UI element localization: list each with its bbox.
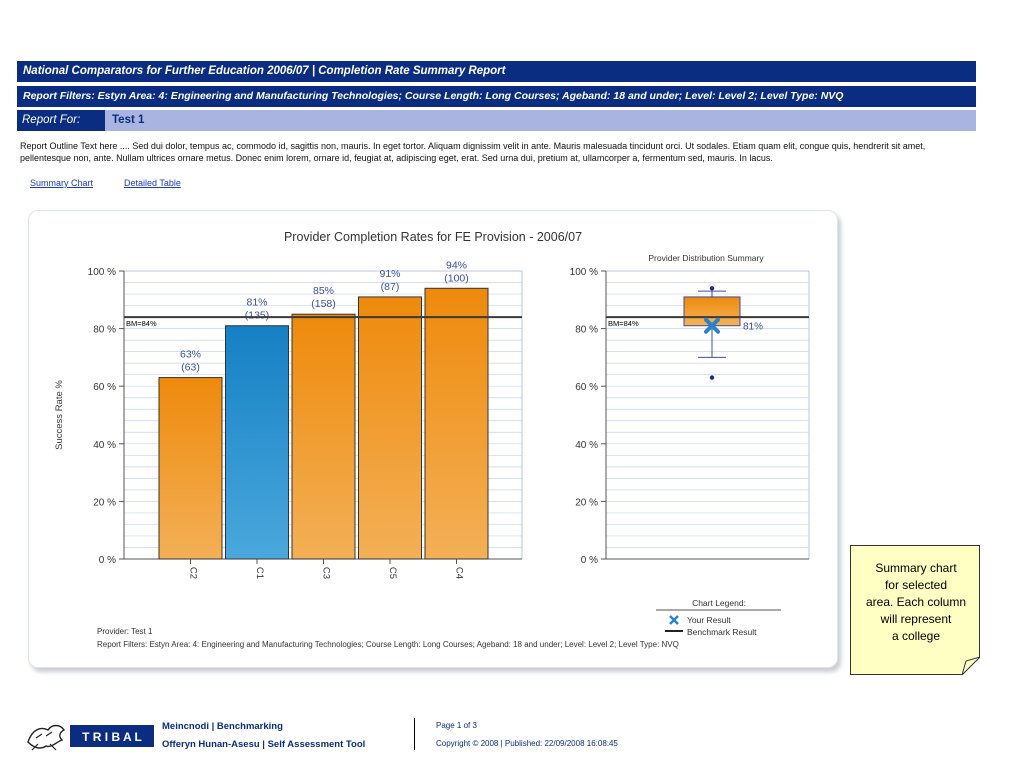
your-result-label: 81% [743, 322, 763, 333]
x-tick-label: C5 [387, 567, 398, 579]
sticky-note-text: Summary chart for selected area. Each colu… [854, 560, 978, 645]
y-tick-label: 0 % [99, 555, 116, 566]
x-tick-label: C3 [321, 567, 332, 579]
box-y-tick-label: 0 % [581, 555, 598, 566]
y-axis-label: Success Rate % [54, 380, 65, 450]
x-tick-label: C1 [254, 567, 265, 579]
y-tick-label: 80 % [93, 325, 116, 336]
box-y-tick-label: 40 % [575, 440, 598, 451]
box-y-tick-label: 100 % [570, 267, 598, 278]
report-filters-bar: Report Filters: Estyn Area: 4: Engineeri… [17, 86, 976, 107]
sticky-note-line: a college [891, 629, 941, 643]
footer-copyright: Copyright © 2008 | Published: 22/09/2008… [436, 739, 618, 748]
box-y-tick-label: 60 % [575, 382, 598, 393]
bar-value-label: 94% [446, 259, 467, 271]
sticky-note-line: area. Each column [865, 595, 967, 609]
box-y-tick-label: 20 % [575, 497, 598, 508]
y-tick-label: 20 % [93, 497, 116, 508]
footer-page-number: Page 1 of 3 [436, 721, 477, 730]
report-for-value: Test 1 [112, 114, 145, 126]
report-for-label: Report For: [17, 110, 105, 131]
bar-count-label: (63) [181, 362, 200, 374]
footer-self-assessment: Offeryn Hunan-Asesu | Self Assessment To… [162, 739, 366, 750]
box-iqr [683, 296, 741, 327]
report-title-bar: National Comparators for Further Educati… [17, 61, 976, 82]
bar [225, 325, 289, 560]
bar-count-label: (158) [311, 298, 336, 310]
bar-count-label: (100) [444, 272, 469, 284]
sticky-note-line: will represent [880, 612, 952, 626]
box-y-tick-label: 80 % [575, 325, 598, 336]
chart-panel: Provider Completion Rates for FE Provisi… [28, 210, 838, 668]
bar-value-label: 63% [180, 349, 201, 361]
bar-value-label: 85% [313, 285, 334, 297]
x-tick-label: C2 [188, 567, 199, 579]
benchmark-label: BM=84% [126, 319, 157, 328]
bar-value-label: 91% [379, 268, 400, 280]
report-title: National Comparators for Further Educati… [23, 65, 506, 77]
y-tick-label: 40 % [93, 440, 116, 451]
legend-benchmark-label: Benchmark Result [687, 627, 757, 637]
page-curl-icon [962, 657, 980, 675]
chart-footer-provider: Provider: Test 1 [97, 627, 153, 636]
sticky-note: Summary chart for selected area. Each colu… [850, 545, 980, 675]
box-benchmark-label: BM=84% [608, 319, 639, 328]
chart-svg: Provider Completion Rates for FE Provisi… [54, 230, 810, 649]
bar [358, 296, 422, 560]
legend-your-result-label: Your Result [687, 615, 731, 625]
footer-benchmarking: Meincnodi | Benchmarking [162, 721, 283, 732]
bar [291, 313, 356, 560]
dragon-icon [27, 724, 66, 751]
chart-footer-filters: Report Filters: Estyn Area: 4: Engineeri… [97, 640, 679, 649]
report-outline-text: Report Outline Text here .... Sed dui do… [20, 141, 926, 163]
legend-your-result-icon [669, 615, 679, 625]
detailed-table-link[interactable]: Detailed Table [124, 178, 181, 188]
chart-title: Provider Completion Rates for FE Provisi… [284, 230, 582, 244]
footer-divider [414, 718, 415, 750]
x-tick-label: C4 [454, 567, 465, 579]
report-filters: Report Filters: Estyn Area: 4: Engineeri… [23, 90, 844, 102]
summary-chart-link[interactable]: Summary Chart [30, 178, 93, 188]
sticky-note-line: Summary chart [875, 561, 957, 575]
bar [424, 287, 489, 560]
bar-count-label: (135) [245, 310, 270, 322]
outlier-point [709, 375, 715, 380]
legend-title: Chart Legend: [692, 598, 746, 608]
y-tick-label: 60 % [93, 382, 116, 393]
box-chart-title: Provider Distribution Summary [648, 253, 764, 263]
report-for-bar: Report For: Test 1 [17, 110, 976, 131]
y-tick-label: 100 % [88, 267, 116, 278]
tribal-logo: T R I B A L [27, 724, 154, 751]
sticky-note-line: for selected [884, 578, 948, 592]
bar [158, 377, 223, 560]
bar-value-label: 81% [246, 297, 267, 309]
outlier-point [709, 286, 715, 291]
logo-text: T R I B A L [82, 730, 142, 744]
bar-count-label: (87) [381, 281, 400, 293]
